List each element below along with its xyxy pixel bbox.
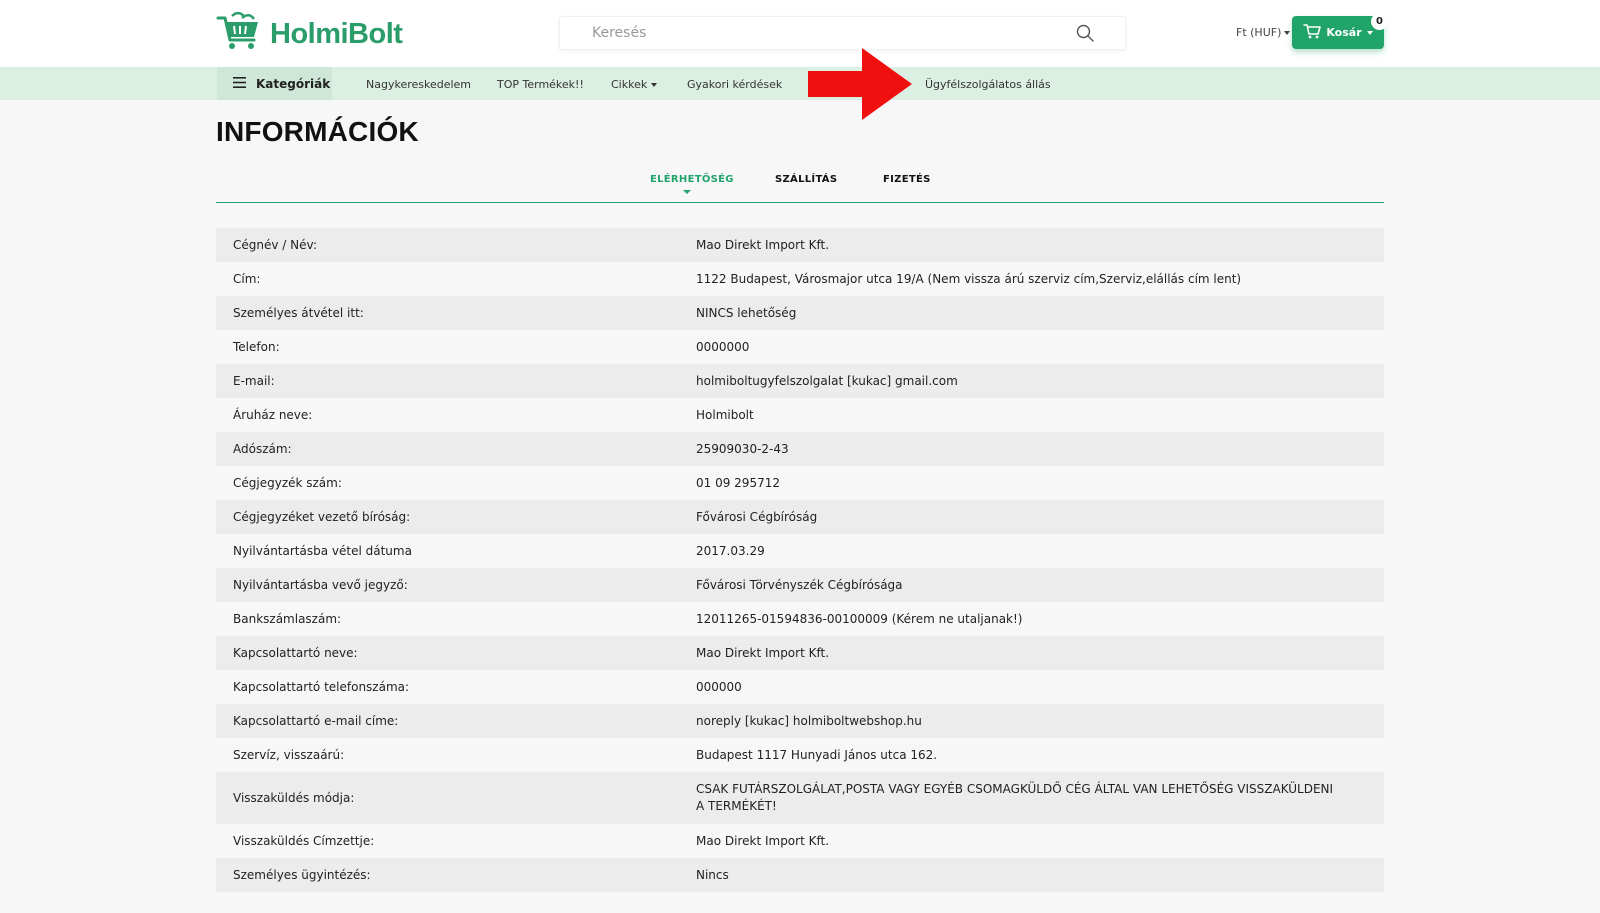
table-row: Visszaküldés módja: CSAK FUTÁRSZOLGÁLAT,P… xyxy=(216,772,1384,824)
table-row: Visszaküldés Címzettje: Mao Direkt Import… xyxy=(216,824,1384,858)
table-row: Cégnév / Név: Mao Direkt Import Kft. xyxy=(216,228,1384,262)
row-value: 2017.03.29 xyxy=(696,543,765,558)
row-label: Telefon: xyxy=(233,340,280,354)
row-label: E-mail: xyxy=(233,374,275,388)
nav-link-articles-label: Cikkek xyxy=(611,78,648,91)
row-value: Mao Direkt Import Kft. xyxy=(696,237,830,252)
tab-shipping[interactable]: SZÁLLÍTÁS xyxy=(775,174,837,185)
table-row: Személyes átvétel itt: NINCS lehetőség xyxy=(216,296,1384,330)
row-label: Személyes ügyintézés: xyxy=(233,868,371,882)
search-box xyxy=(559,16,1126,50)
table-row: Szervíz, visszaárú: Budapest 1117 Hunyadi… xyxy=(216,738,1384,772)
shopping-cart-logo-icon xyxy=(216,11,262,56)
hamburger-menu-icon xyxy=(233,76,246,91)
row-label: Visszaküldés módja: xyxy=(233,791,355,805)
row-value: NINCS lehetőség xyxy=(696,305,797,320)
tab-payment[interactable]: FIZETÉS xyxy=(883,174,931,185)
table-row: Telefon: 0000000 xyxy=(216,330,1384,364)
active-tab-indicator-icon xyxy=(683,190,691,194)
row-value: holmiboltugyfelszolgalat [kukac] gmail.c… xyxy=(696,373,958,388)
logo-text: HolmiBolt xyxy=(270,17,403,50)
row-value: 01 09 295712 xyxy=(696,475,780,490)
row-value: 000000 xyxy=(696,679,742,694)
nav-link-wholesale[interactable]: Nagykereskedelem xyxy=(366,78,471,91)
tab-availability[interactable]: ELÉRHETŐSÉG xyxy=(650,174,734,185)
row-value: 1122 Budapest, Városmajor utca 19/A (Nem… xyxy=(696,271,1242,286)
categories-button[interactable]: Kategóriák xyxy=(217,67,332,100)
page-title: INFORMÁCIÓK xyxy=(216,116,419,147)
row-label: Kapcsolattartó e-mail címe: xyxy=(233,714,399,728)
chevron-down-icon xyxy=(651,82,658,87)
search-icon[interactable] xyxy=(1076,24,1094,42)
row-value: 12011265-01594836-00100009 (Kérem ne uta… xyxy=(696,611,1023,626)
nav-link-articles[interactable]: Cikkek xyxy=(611,78,658,91)
categories-label: Kategóriák xyxy=(256,76,331,91)
row-value: Budapest 1117 Hunyadi János utca 162. xyxy=(696,747,938,762)
logo[interactable]: HolmiBolt xyxy=(216,11,403,56)
table-row: Kapcsolattartó neve: Mao Direkt Import Kf… xyxy=(216,636,1384,670)
table-row: Kapcsolattartó telefonszáma: 000000 xyxy=(216,670,1384,704)
row-value: Mao Direkt Import Kft. xyxy=(696,645,830,660)
row-value: Holmibolt xyxy=(696,407,754,422)
row-value: 25909030-2-43 xyxy=(696,441,789,456)
nav-link-faq[interactable]: Gyakori kérdések xyxy=(687,78,782,91)
row-label: Nyilvántartásba vevő jegyző: xyxy=(233,578,408,592)
search-input[interactable] xyxy=(592,25,1072,41)
chevron-down-icon xyxy=(1284,30,1291,35)
table-row: E-mail: holmiboltugyfelszolgalat [kukac] … xyxy=(216,364,1384,398)
row-value: 0000000 xyxy=(696,339,750,354)
row-value: Fővárosi Törvényszék Cégbírósága xyxy=(696,577,903,592)
table-row: Cégjegyzéket vezető bíróság: Fővárosi Cég… xyxy=(216,500,1384,534)
row-label: Cégjegyzéket vezető bíróság: xyxy=(233,510,411,524)
row-value: Mao Direkt Import Kft. xyxy=(696,833,830,848)
row-label: Nyilvántartásba vétel dátuma xyxy=(233,544,412,558)
table-row: Nyilvántartásba vétel dátuma 2017.03.29 xyxy=(216,534,1384,568)
nav-link-customer-service-job[interactable]: Ügyfélszolgálatos állás xyxy=(925,78,1051,91)
red-arrow-annotation-icon xyxy=(808,48,912,124)
row-label: Cégnév / Név: xyxy=(233,238,317,252)
row-value: Nincs xyxy=(696,867,729,882)
row-value: Fővárosi Cégbíróság xyxy=(696,509,818,524)
row-label: Cégjegyzék szám: xyxy=(233,476,342,490)
table-row: Cím: 1122 Budapest, Városmajor utca 19/A … xyxy=(216,262,1384,296)
row-value: CSAK FUTÁRSZOLGÁLAT,POSTA VAGY EGYÉB CSO… xyxy=(696,782,1334,813)
cart-icon xyxy=(1303,23,1322,42)
row-label: Visszaküldés Címzettje: xyxy=(233,834,375,848)
table-row: Cégjegyzék szám: 01 09 295712 xyxy=(216,466,1384,500)
row-label: Cím: xyxy=(233,272,261,286)
info-table: Cégnév / Név: Mao Direkt Import Kft. Cím:… xyxy=(216,228,1384,892)
table-row: Bankszámlaszám: 12011265-01594836-0010000… xyxy=(216,602,1384,636)
row-label: Bankszámlaszám: xyxy=(233,612,342,626)
table-row: Személyes ügyintézés: Nincs xyxy=(216,858,1384,892)
info-tabs: ELÉRHETŐSÉG SZÁLLÍTÁS FIZETÉS xyxy=(216,168,1384,203)
table-row: Áruház neve: Holmibolt xyxy=(216,398,1384,432)
row-value: noreply [kukac] holmiboltwebshop.hu xyxy=(696,713,922,728)
cart-count-badge: 0 xyxy=(1371,13,1388,30)
row-label: Adószám: xyxy=(233,442,292,456)
row-label: Személyes átvétel itt: xyxy=(233,306,364,320)
table-row: Kapcsolattartó e-mail címe: noreply [kuka… xyxy=(216,704,1384,738)
row-label: Kapcsolattartó neve: xyxy=(233,646,358,660)
cart-label: Kosár xyxy=(1326,26,1362,39)
table-row: Adószám: 25909030-2-43 xyxy=(216,432,1384,466)
currency-label: Ft (HUF) xyxy=(1236,26,1282,39)
row-label: Kapcsolattartó telefonszáma: xyxy=(233,680,410,694)
table-row: Nyilvántartásba vevő jegyző: Fővárosi Tör… xyxy=(216,568,1384,602)
currency-selector[interactable]: Ft (HUF) xyxy=(1236,26,1291,39)
chevron-down-icon xyxy=(1366,30,1373,35)
row-label: Áruház neve: xyxy=(233,408,313,422)
row-label: Szervíz, visszaárú: xyxy=(233,748,345,762)
nav-link-top-products[interactable]: TOP Termékek!! xyxy=(497,78,584,91)
